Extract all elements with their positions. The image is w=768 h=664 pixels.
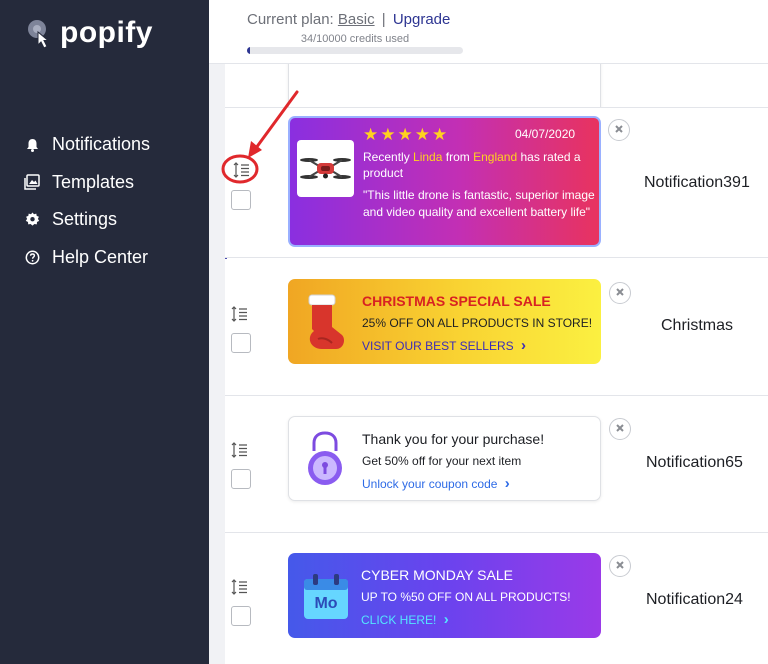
plan-name-link[interactable]: Basic	[338, 11, 375, 28]
drag-handle-icon[interactable]	[233, 161, 251, 179]
sidebar-item-help-center[interactable]: Help Center	[24, 239, 150, 277]
review-quote: "This little drone is fantastic, superio…	[363, 188, 595, 219]
list-item-partial	[225, 64, 768, 108]
row-checkbox[interactable]	[231, 190, 251, 210]
close-button[interactable]	[609, 555, 631, 577]
sidebar-nav: Notifications Templates Settings Help Ce…	[24, 126, 150, 276]
link-label: Unlock your coupon code	[362, 477, 498, 491]
drag-handle-icon[interactable]	[231, 305, 249, 323]
list-item-notification24: Mo CYBER MONDAY SALE UP TO %50 OFF ON AL…	[225, 533, 768, 664]
sidebar: popify Notifications Templates Settings	[0, 0, 209, 664]
sidebar-item-label: Templates	[52, 171, 135, 192]
row-checkbox[interactable]	[231, 606, 251, 626]
lock-icon	[303, 431, 347, 489]
gear-icon	[24, 212, 40, 228]
close-icon	[615, 284, 625, 302]
sidebar-item-notifications[interactable]: Notifications	[24, 126, 150, 164]
brand-name: popify	[60, 16, 153, 49]
pointer-logo-icon	[26, 18, 54, 49]
link-label: VISIT OUR BEST SELLERS	[362, 339, 514, 353]
sidebar-item-label: Settings	[52, 209, 118, 230]
plan-separator: |	[381, 11, 386, 28]
christmas-stocking-image	[300, 291, 352, 353]
list-item-christmas: CHRISTMAS SPECIAL SALE 25% OFF ON ALL PR…	[225, 259, 768, 396]
close-button[interactable]	[608, 119, 630, 141]
rating-date: 04/07/2020	[515, 127, 576, 141]
close-icon	[614, 121, 624, 139]
cyber-link[interactable]: CLICK HERE! ›	[361, 611, 449, 628]
notification-card-rating[interactable]: ★★★★★ 04/07/2020 Recently Linda from Eng…	[288, 116, 601, 247]
brand-logo[interactable]: popify	[26, 16, 153, 50]
customer-location: England	[473, 150, 518, 164]
notification-card-partial[interactable]	[288, 64, 601, 107]
christmas-title: CHRISTMAS SPECIAL SALE	[362, 293, 551, 309]
drag-handle-icon[interactable]	[231, 441, 249, 459]
christmas-subtitle: 25% OFF ON ALL PRODUCTS IN STORE!	[362, 316, 593, 330]
current-plan: Current plan: Basic | Upgrade	[247, 11, 450, 28]
row-checkbox[interactable]	[231, 333, 251, 353]
close-button[interactable]	[609, 282, 631, 304]
sidebar-item-templates[interactable]: Templates	[24, 164, 150, 202]
upgrade-link[interactable]: Upgrade	[393, 11, 451, 28]
row-checkbox[interactable]	[231, 469, 251, 489]
credits-text: 34/10000 credits used	[300, 33, 410, 45]
bell-icon	[24, 137, 40, 153]
christmas-link[interactable]: VISIT OUR BEST SELLERS ›	[362, 337, 526, 354]
notification-card-coupon[interactable]: Thank you for your purchase! Get 50% off…	[288, 416, 601, 501]
calendar-badge-text: Mo	[314, 595, 338, 612]
list-item-notification391: ★★★★★ 04/07/2020 Recently Linda from Eng…	[225, 108, 768, 258]
drone-product-image	[297, 140, 354, 197]
close-button[interactable]	[609, 418, 631, 440]
customer-name: Linda	[413, 150, 443, 164]
coupon-subtitle: Get 50% off for your next item	[362, 454, 522, 468]
rating-title: Recently Linda from England has rated a …	[363, 149, 595, 181]
close-icon	[615, 420, 625, 438]
chevron-right-icon: ›	[520, 337, 526, 354]
notification-name: Notification65	[646, 454, 743, 471]
credits-progress-bar	[247, 47, 463, 54]
credits-progress-fill	[247, 47, 251, 54]
notification-name: Notification391	[644, 174, 750, 191]
cyber-title: CYBER MONDAY SALE	[361, 567, 513, 583]
calendar-badge-icon: Mo	[300, 571, 352, 623]
app-window: popify Notifications Templates Settings	[0, 0, 768, 664]
plan-prefix: Current plan:	[247, 11, 334, 28]
image-gallery-icon	[24, 174, 40, 190]
from-word: from	[445, 150, 470, 164]
plan-header: Current plan: Basic | Upgrade 34/10000 c…	[209, 0, 768, 64]
link-label: CLICK HERE!	[361, 613, 437, 627]
title-prefix: Recently	[363, 150, 410, 164]
notification-card-christmas[interactable]: CHRISTMAS SPECIAL SALE 25% OFF ON ALL PR…	[288, 279, 601, 364]
notification-card-cyber-monday[interactable]: Mo CYBER MONDAY SALE UP TO %50 OFF ON AL…	[288, 553, 601, 638]
close-icon	[615, 557, 625, 575]
rating-stars: ★★★★★	[363, 125, 450, 144]
notification-name: Notification24	[646, 591, 743, 608]
sidebar-item-settings[interactable]: Settings	[24, 201, 150, 239]
chevron-right-icon: ›	[504, 475, 510, 492]
sidebar-item-label: Notifications	[52, 134, 151, 155]
question-circle-icon	[24, 249, 40, 265]
chevron-right-icon: ›	[443, 611, 449, 628]
notification-name: Christmas	[661, 317, 734, 334]
coupon-title: Thank you for your purchase!	[362, 431, 545, 447]
list-item-notification65: Thank you for your purchase! Get 50% off…	[225, 396, 768, 533]
cyber-subtitle: UP TO %50 OFF ON ALL PRODUCTS!	[361, 590, 571, 604]
sidebar-item-label: Help Center	[52, 246, 149, 267]
drag-handle-icon[interactable]	[231, 578, 249, 596]
coupon-link[interactable]: Unlock your coupon code ›	[362, 475, 510, 492]
